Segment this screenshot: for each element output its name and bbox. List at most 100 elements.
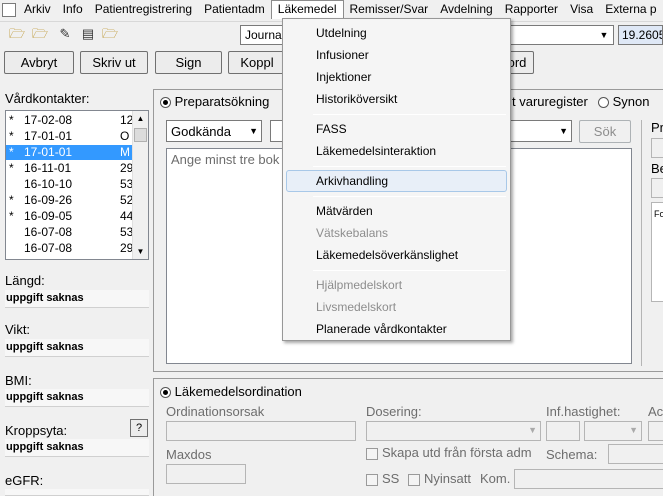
dosering-label: Dosering: xyxy=(366,404,422,419)
menu-item-injektioner[interactable]: Injektioner xyxy=(286,66,507,88)
ordinationsorsak-field[interactable] xyxy=(166,421,356,441)
inf-unit-combo[interactable]: ▼ xyxy=(584,421,642,441)
checkbox-icon xyxy=(366,473,378,486)
ss-checkbox[interactable]: SS xyxy=(366,471,399,486)
ordination-radio[interactable]: Läkemedelsordination xyxy=(160,384,302,399)
list-item-selected[interactable]: * 17-01-01 M xyxy=(6,145,134,160)
kroppsyta-label: Kroppsyta: xyxy=(5,423,68,438)
unit-combo[interactable]: ▼ xyxy=(508,25,614,45)
schema-field[interactable] xyxy=(608,444,663,464)
menu-remisser-svar[interactable]: Remisser/Svar xyxy=(344,0,435,19)
menu-item-arkivhandling[interactable]: Arkivhandling xyxy=(286,170,507,192)
egfr-label: eGFR: xyxy=(5,473,44,488)
list-scrollbar[interactable]: ▲ ▼ xyxy=(132,111,148,259)
koppla-button[interactable]: Koppl xyxy=(228,51,286,74)
list-item[interactable]: * 16-11-01 29 xyxy=(6,161,134,176)
vikt-label: Vikt: xyxy=(5,322,31,337)
list-item[interactable]: * 17-01-01 O xyxy=(6,129,134,144)
menu-separator xyxy=(313,196,506,197)
scroll-thumb[interactable] xyxy=(134,128,147,142)
skriv-ut-button[interactable]: Skriv ut xyxy=(80,51,148,74)
maxdos-label: Maxdos xyxy=(166,447,212,462)
be-field[interactable] xyxy=(651,178,663,198)
menu-patientadm[interactable]: Patientadm xyxy=(198,0,271,19)
preparat-radio[interactable]: Preparatsökning xyxy=(160,94,269,109)
menu-item-lakemedelsoverkanslighet[interactable]: Läkemedelsöverkänslighet xyxy=(286,244,507,266)
menu-patientregistrering[interactable]: Patientregistrering xyxy=(89,0,198,19)
avbryt-button[interactable]: Avbryt xyxy=(4,51,74,74)
divider xyxy=(641,120,642,366)
sign-button[interactable]: Sign xyxy=(155,51,222,74)
scroll-down-icon[interactable]: ▼ xyxy=(133,244,148,259)
menu-lakemedel[interactable]: Läkemedel xyxy=(270,0,344,19)
chevron-down-icon: ▼ xyxy=(249,126,258,136)
list-item[interactable]: 16-07-08 29 xyxy=(6,241,134,256)
list-item[interactable]: * 17-02-08 12 xyxy=(6,113,134,128)
chevron-down-icon: ▼ xyxy=(559,126,568,136)
menu-item-lakemedelsinteraktion[interactable]: Läkemedelsinteraktion xyxy=(286,140,507,162)
fo-list[interactable]: Fo xyxy=(651,202,663,302)
bmi-value: uppgift saknas xyxy=(5,389,149,407)
schema-label: Schema: xyxy=(546,447,598,462)
menu-item-utdelning[interactable]: Utdelning xyxy=(286,22,507,44)
bmi-label: BMI: xyxy=(5,373,32,388)
dosering-combo[interactable]: ▼ xyxy=(366,421,541,441)
vardkontakter-label: Vårdkontakter: xyxy=(5,91,90,106)
vikt-value: uppgift saknas xyxy=(5,339,149,357)
list-item[interactable]: * 16-09-05 44 xyxy=(6,209,134,224)
maxdos-field[interactable] xyxy=(166,464,246,484)
list-item[interactable]: * 16-09-26 52 xyxy=(6,193,134,208)
menu-avdelning[interactable]: Avdelning xyxy=(434,0,499,19)
sok-button[interactable]: Sök xyxy=(579,120,631,143)
menu-visa[interactable]: Visa xyxy=(564,0,599,19)
right-label-pr: Pr xyxy=(651,120,663,135)
folder-lock-icon[interactable]: 🗁 xyxy=(31,25,49,43)
checkbox-icon xyxy=(408,473,420,486)
folder-arrow-icon[interactable]: 🗁 xyxy=(101,25,119,43)
menu-item-matvarden[interactable]: Mätvärden xyxy=(286,200,507,222)
ac-label: Ac xyxy=(648,404,663,419)
synonym-radio[interactable]: Synon xyxy=(598,94,650,109)
document-icon[interactable]: ▤ xyxy=(79,25,97,43)
skapa-utd-checkbox[interactable]: Skapa utd från första adm xyxy=(366,445,532,460)
pr-field[interactable] xyxy=(651,138,663,158)
menu-info[interactable]: Info xyxy=(57,0,89,19)
menu-item-fass[interactable]: FASS xyxy=(286,118,507,140)
inf-hastighet-field[interactable] xyxy=(546,421,580,441)
system-menu-icon[interactable] xyxy=(0,0,18,19)
menu-item-historikoversikt[interactable]: Historiköversikt xyxy=(286,88,507,110)
left-panel: Vårdkontakter: * 17-02-08 12 * 17-01-01 O * 1… xyxy=(0,88,152,496)
chevron-down-icon: ▼ xyxy=(528,425,537,435)
godkanda-combo[interactable]: Godkända ▼ xyxy=(166,120,262,142)
folder-open-icon[interactable]: 🗁 xyxy=(8,25,26,43)
nyinsatt-checkbox[interactable]: Nyinsatt xyxy=(408,471,471,486)
kom-field[interactable] xyxy=(514,469,663,489)
kom-label: Kom. xyxy=(480,471,511,486)
varuregister-label: t varuregister xyxy=(512,94,588,109)
radio-icon xyxy=(160,387,171,399)
menubar: Arkiv Info Patientregistrering Patientad… xyxy=(0,0,663,19)
radio-icon xyxy=(160,97,171,109)
chevron-down-icon: ▼ xyxy=(629,425,638,435)
menu-arkiv[interactable]: Arkiv xyxy=(18,0,57,19)
inf-hastighet-label: Inf.hastighet: xyxy=(546,404,621,419)
kroppsyta-value: uppgift saknas xyxy=(5,439,149,457)
list-item[interactable]: 16-10-10 53 xyxy=(6,177,134,192)
scroll-up-icon[interactable]: ▲ xyxy=(133,111,148,126)
right-label-be: Be xyxy=(651,161,663,176)
langd-label: Längd: xyxy=(5,273,45,288)
menu-item-infusioner[interactable]: Infusioner xyxy=(286,44,507,66)
menu-item-planerade-vardkontakter[interactable]: Planerade vårdkontakter xyxy=(286,318,507,340)
chevron-down-icon: ▼ xyxy=(599,30,609,40)
list-item[interactable]: 16-07-08 53 xyxy=(6,225,134,240)
ac-field[interactable] xyxy=(648,421,663,441)
date-field[interactable]: 19.2605 xyxy=(618,25,663,45)
menu-externa[interactable]: Externa p xyxy=(599,0,662,19)
menu-separator xyxy=(313,270,506,271)
checkbox-icon xyxy=(366,447,378,460)
vardkontakter-list[interactable]: * 17-02-08 12 * 17-01-01 O * 17-01-01 M * 16-11… xyxy=(5,110,149,260)
pen-icon[interactable]: ✎ xyxy=(56,25,74,43)
menu-item-livsmedelskort: Livsmedelskort xyxy=(316,300,397,314)
help-button[interactable]: ? xyxy=(130,419,148,437)
menu-rapporter[interactable]: Rapporter xyxy=(499,0,564,19)
